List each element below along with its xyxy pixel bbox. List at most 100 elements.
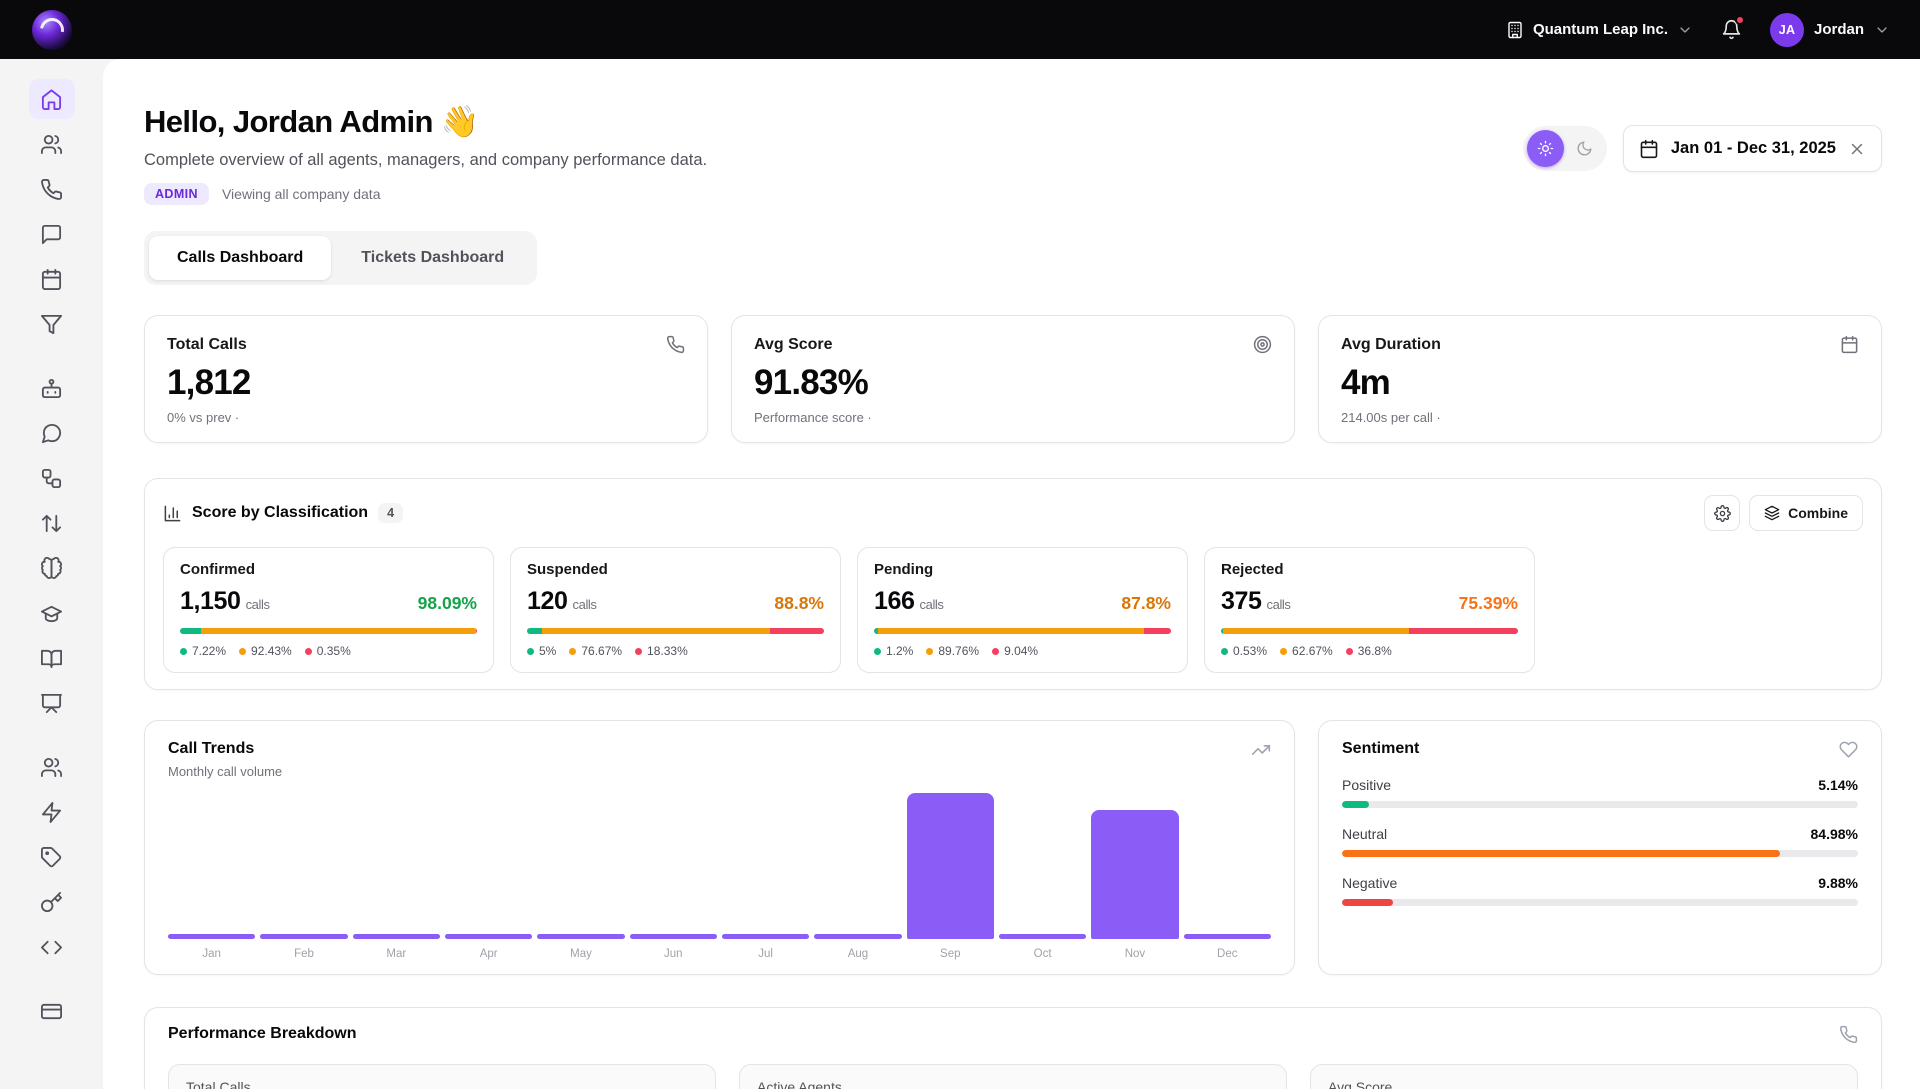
sidebar-item-tags[interactable] — [29, 837, 75, 877]
sidebar-item-graduation-cap[interactable] — [29, 593, 75, 633]
legend-item: 7.22% — [180, 644, 226, 658]
combine-button[interactable]: Combine — [1749, 495, 1863, 531]
user-menu[interactable]: JA Jordan — [1770, 13, 1890, 47]
avatar: JA — [1770, 13, 1804, 47]
sentiment-label: Neutral — [1342, 826, 1387, 842]
sidebar-item-key[interactable] — [29, 882, 75, 922]
org-switcher[interactable]: Quantum Leap Inc. — [1506, 21, 1693, 39]
classification-progress — [180, 628, 477, 634]
classification-cards: Confirmed1,150calls98.09%7.22%92.43%0.35… — [163, 547, 1863, 673]
phone-icon — [666, 335, 685, 354]
trend-bar-apr[interactable] — [445, 934, 532, 939]
stat-card-avg-score: Avg Score 91.83% Performance score · — [731, 315, 1295, 443]
sidebar-item-presentation[interactable] — [29, 683, 75, 723]
sidebar-item-brain[interactable] — [29, 548, 75, 588]
bar-chart-icon — [163, 504, 182, 523]
sidebar-item-zap[interactable] — [29, 792, 75, 832]
trend-bar-feb[interactable] — [260, 934, 347, 939]
trend-bar-jun[interactable] — [630, 934, 717, 939]
message-square-icon — [40, 223, 63, 246]
layers-icon — [1764, 505, 1780, 521]
sidebar-item-filter[interactable] — [29, 304, 75, 344]
app-logo[interactable] — [32, 10, 72, 50]
target-icon — [1253, 335, 1272, 354]
classification-count-badge: 4 — [378, 503, 403, 523]
trend-axis-label: Jul — [722, 948, 809, 960]
classification-card-confirmed[interactable]: Confirmed1,150calls98.09%7.22%92.43%0.35… — [163, 547, 494, 673]
date-range-picker[interactable]: Jan 01 - Dec 31, 2025 — [1623, 125, 1882, 172]
breakdown-card-label: Active Agents — [757, 1079, 1269, 1089]
legend-item: 36.8% — [1346, 644, 1392, 658]
classification-calls: 166calls — [874, 587, 944, 616]
stat-label: Avg Score — [754, 336, 833, 354]
legend-item: 9.04% — [992, 644, 1038, 658]
sentiment-track — [1342, 850, 1858, 857]
classification-card-rejected[interactable]: Rejected375calls75.39%0.53%62.67%36.8% — [1204, 547, 1535, 673]
notification-dot — [1735, 15, 1745, 25]
sidebar-item-phone[interactable] — [29, 169, 75, 209]
sidebar-item-book-open[interactable] — [29, 638, 75, 678]
sidebar-item-credit-card[interactable] — [29, 991, 75, 1031]
sidebar-item-users-2[interactable] — [29, 747, 75, 787]
message-circle-icon — [40, 422, 63, 445]
sidebar-item-workflow[interactable] — [29, 458, 75, 498]
clear-date-button[interactable] — [1848, 140, 1866, 158]
classification-card-suspended[interactable]: Suspended120calls88.8%5%76.67%18.33% — [510, 547, 841, 673]
classification-title: Score by Classification — [192, 504, 368, 522]
dark-mode-button[interactable] — [1566, 130, 1603, 167]
sidebar-item-calendar[interactable] — [29, 259, 75, 299]
score-by-classification-section: Score by Classification 4 Combine Confir… — [144, 478, 1882, 690]
classification-calls: 375calls — [1221, 587, 1291, 616]
breakdown-card-active-agents: Active Agents — [739, 1064, 1287, 1089]
light-mode-button[interactable] — [1527, 130, 1564, 167]
trend-axis-label: Jun — [630, 948, 717, 960]
sidebar-item-code[interactable] — [29, 927, 75, 967]
legend-item: 5% — [527, 644, 556, 658]
trend-axis-label: Jan — [168, 948, 255, 960]
trend-bar-dec[interactable] — [1184, 934, 1271, 939]
building-icon — [1506, 21, 1524, 39]
sidebar-item-message-square[interactable] — [29, 214, 75, 254]
trend-bar-oct[interactable] — [999, 934, 1086, 939]
classification-score: 98.09% — [418, 593, 477, 614]
trend-axis-label: May — [537, 948, 624, 960]
notifications-button[interactable] — [1721, 19, 1742, 40]
sentiment-row-negative: Negative9.88% — [1342, 875, 1858, 906]
trend-bar-may[interactable] — [537, 934, 624, 939]
trend-bar-aug[interactable] — [814, 934, 901, 939]
calendar-icon — [40, 268, 63, 291]
calendar-icon — [1840, 335, 1859, 354]
tab-tickets-dashboard[interactable]: Tickets Dashboard — [333, 236, 532, 280]
trend-bar-sep[interactable] — [907, 793, 994, 939]
trend-bar-jan[interactable] — [168, 934, 255, 939]
sidebar-item-message-circle[interactable] — [29, 413, 75, 453]
call-trends-subtitle: Monthly call volume — [168, 764, 282, 779]
performance-breakdown-card: Performance Breakdown Total CallsActive … — [144, 1007, 1882, 1089]
stat-value: 1,812 — [167, 363, 685, 403]
sidebar-item-arrow-up-down[interactable] — [29, 503, 75, 543]
sidebar-item-home[interactable] — [29, 79, 75, 119]
legend-item: 62.67% — [1280, 644, 1333, 658]
trend-axis-label: Aug — [814, 948, 901, 960]
moon-icon — [1576, 140, 1593, 157]
classification-settings-button[interactable] — [1704, 495, 1740, 531]
sentiment-title: Sentiment — [1342, 740, 1419, 758]
trend-bar-mar[interactable] — [353, 934, 440, 939]
legend-item: 89.76% — [926, 644, 979, 658]
chevron-down-icon — [1874, 22, 1890, 38]
trend-axis-label: Dec — [1184, 948, 1271, 960]
classification-calls: 1,150calls — [180, 587, 270, 616]
trend-bar-nov[interactable] — [1091, 810, 1178, 939]
trend-axis-label: Apr — [445, 948, 532, 960]
sidebar-item-bot[interactable] — [29, 368, 75, 408]
chevron-down-icon — [1677, 22, 1693, 38]
classification-card-pending[interactable]: Pending166calls87.8%1.2%89.76%9.04% — [857, 547, 1188, 673]
sidebar-item-users[interactable] — [29, 124, 75, 164]
zap-icon — [40, 801, 63, 824]
classification-label: Pending — [874, 561, 1171, 578]
settings-icon — [1714, 505, 1731, 522]
trend-bar-jul[interactable] — [722, 934, 809, 939]
sentiment-row-neutral: Neutral84.98% — [1342, 826, 1858, 857]
legend-item: 76.67% — [569, 644, 622, 658]
tab-calls-dashboard[interactable]: Calls Dashboard — [149, 236, 331, 280]
